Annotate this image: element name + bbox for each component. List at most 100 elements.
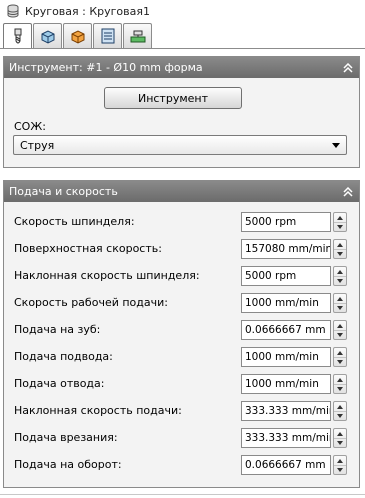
tab-tool[interactable] [3, 23, 32, 49]
feed-panel-header[interactable]: Подача и скорость [4, 181, 359, 202]
arrow-down-icon [337, 252, 343, 256]
arrow-down-icon [337, 306, 343, 310]
chevron-down-icon [332, 142, 340, 148]
parameter-input[interactable]: 5000 rpm [241, 266, 331, 286]
spin-up-button[interactable] [334, 267, 346, 276]
tool-panel: Инструмент: #1 - Ø10 mm форма Инструмент… [3, 56, 360, 168]
parameter-input[interactable]: 0.0666667 mm [241, 455, 331, 475]
parameter-label: Подача отвода: [14, 377, 105, 390]
spin-down-button[interactable] [334, 249, 346, 258]
spin-up-button[interactable] [334, 456, 346, 465]
spin-down-button[interactable] [334, 411, 346, 420]
spinner [333, 239, 347, 259]
passes-icon [130, 30, 145, 43]
spin-down-button[interactable] [334, 303, 346, 312]
spinner [333, 347, 347, 367]
tab-bar [3, 23, 153, 49]
spin-down-button[interactable] [334, 357, 346, 366]
bottom-divider [0, 494, 365, 495]
arrow-down-icon [337, 468, 343, 472]
spinner [333, 401, 347, 421]
collapse-icon[interactable] [343, 186, 353, 197]
spinner [333, 212, 347, 232]
spinner [333, 320, 347, 340]
tab-passes[interactable] [123, 23, 152, 48]
spin-up-button[interactable] [334, 429, 346, 438]
spinner [333, 374, 347, 394]
arrow-down-icon [337, 279, 343, 283]
orange-cube-icon [71, 30, 84, 44]
parameter-label: Поверхностная скорость: [14, 242, 162, 255]
window-title: Круговая : Круговая1 [25, 4, 151, 18]
spin-down-button[interactable] [334, 222, 346, 231]
parameter-input[interactable]: 1000 mm/min [241, 347, 331, 367]
spin-down-button[interactable] [334, 276, 346, 285]
arrow-up-icon [337, 458, 343, 463]
tool-select-button[interactable]: Инструмент [104, 87, 242, 109]
tool-panel-header[interactable]: Инструмент: #1 - Ø10 mm форма [4, 57, 359, 78]
parameter-input[interactable]: 1000 mm/min [241, 293, 331, 313]
parameter-row: Подача отвода: 1000 mm/min [14, 372, 349, 396]
spin-down-button[interactable] [334, 438, 346, 447]
arrow-up-icon [337, 323, 343, 328]
parameter-row: Наклонная скорость шпинделя: 5000 rpm [14, 264, 349, 288]
tab-stock[interactable] [63, 23, 92, 48]
parameter-input[interactable]: 333.333 mm/min [241, 401, 331, 421]
parameter-row: Скорость рабочей подачи: 1000 mm/min [14, 291, 349, 315]
arrow-up-icon [337, 242, 343, 247]
parameter-row: Подача подвода: 1000 mm/min [14, 345, 349, 369]
parameter-input[interactable]: 5000 rpm [241, 212, 331, 232]
arrow-up-icon [337, 296, 343, 301]
parameter-input[interactable]: 0.0666667 mm [241, 320, 331, 340]
parameter-input[interactable]: 333.333 mm/min [241, 428, 331, 448]
parameter-label: Подача на зуб: [14, 323, 101, 336]
tab-geometry[interactable] [33, 23, 62, 48]
arrow-down-icon [337, 387, 343, 391]
coolant-label: СОЖ: [14, 120, 46, 133]
coolant-value: Струя [20, 138, 55, 152]
tool-panel-title: Инструмент: #1 - Ø10 mm форма [9, 61, 203, 74]
parameter-row: Наклонная скорость подачи: 333.333 mm/min [14, 399, 349, 423]
feed-panel-title: Подача и скорость [9, 185, 118, 198]
arrow-down-icon [337, 441, 343, 445]
collapse-icon[interactable] [343, 62, 353, 73]
tool-icon [14, 28, 21, 43]
spin-down-button[interactable] [334, 384, 346, 393]
arrow-up-icon [337, 404, 343, 409]
parameter-input[interactable]: 1000 mm/min [241, 374, 331, 394]
spinner [333, 428, 347, 448]
parameter-label: Скорость рабочей подачи: [14, 296, 168, 309]
spin-up-button[interactable] [334, 402, 346, 411]
arrow-down-icon [337, 333, 343, 337]
parameter-row: Скорость шпинделя: 5000 rpm [14, 210, 349, 234]
spin-down-button[interactable] [334, 330, 346, 339]
parameter-row: Подача на зуб: 0.0666667 mm [14, 318, 349, 342]
arrow-down-icon [337, 414, 343, 418]
arrow-up-icon [337, 269, 343, 274]
coolant-dropdown[interactable]: Струя [13, 135, 347, 155]
cube-icon [41, 30, 54, 44]
spin-up-button[interactable] [334, 375, 346, 384]
parameter-input[interactable]: 157080 mm/min [241, 239, 331, 259]
spin-up-button[interactable] [334, 321, 346, 330]
parameter-row: Подача на оборот: 0.0666667 mm [14, 453, 349, 477]
parameter-label: Подача врезания: [14, 431, 118, 444]
spin-up-button[interactable] [334, 294, 346, 303]
arrow-up-icon [337, 215, 343, 220]
parameter-label: Подача подвода: [14, 350, 113, 363]
spinner [333, 455, 347, 475]
arrow-down-icon [337, 360, 343, 364]
spinner [333, 266, 347, 286]
spin-down-button[interactable] [334, 465, 346, 474]
arrow-up-icon [337, 377, 343, 382]
spin-up-button[interactable] [334, 348, 346, 357]
parameter-label: Подача на оборот: [14, 458, 122, 471]
spin-up-button[interactable] [334, 240, 346, 249]
arrow-up-icon [337, 350, 343, 355]
tab-divider [0, 48, 365, 49]
spin-up-button[interactable] [334, 213, 346, 222]
parameter-row: Поверхностная скорость: 157080 mm/min [14, 237, 349, 261]
title-bar: Круговая : Круговая1 [0, 0, 365, 22]
spinner [333, 293, 347, 313]
tab-heights[interactable] [93, 23, 122, 48]
